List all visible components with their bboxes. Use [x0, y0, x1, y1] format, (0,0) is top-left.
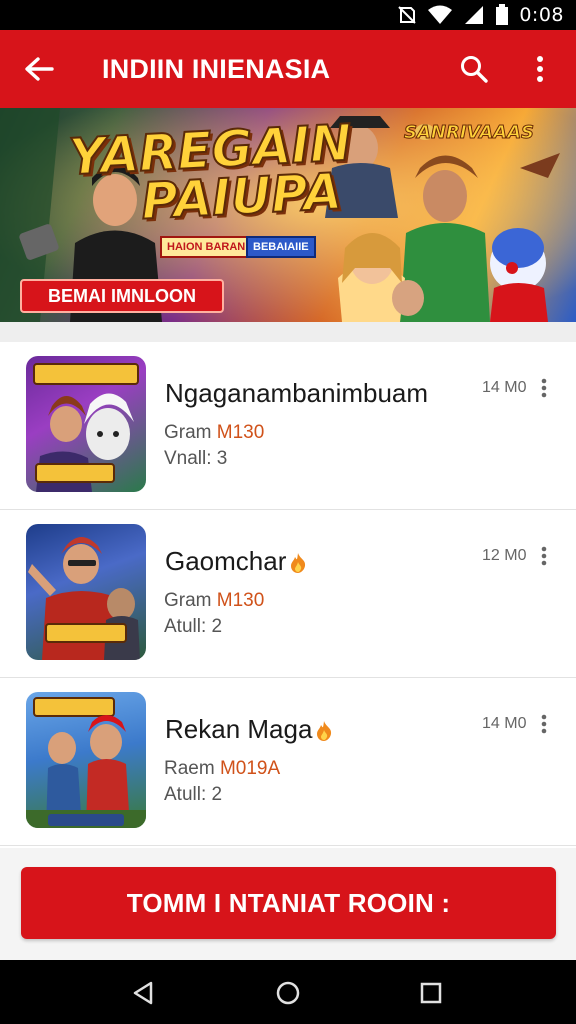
- item-menu-button[interactable]: [534, 544, 554, 568]
- no-sim-icon: [398, 6, 417, 24]
- banner-tag: SANRIVAAAS: [404, 122, 535, 144]
- nav-recents-icon: [420, 982, 442, 1004]
- search-button[interactable]: [455, 50, 493, 88]
- item-detail-label: Gram: [164, 590, 212, 611]
- item-meta: 12 M0: [482, 547, 527, 564]
- more-vert-icon: [537, 56, 543, 82]
- system-nav-bar: [0, 960, 576, 1024]
- status-bar: 0:08: [0, 0, 576, 30]
- flame-icon: [291, 553, 306, 574]
- more-vert-icon: [541, 714, 547, 734]
- page-title: INDIIN INIENASIA: [102, 54, 331, 84]
- item-menu-button[interactable]: [534, 376, 554, 400]
- item-detail-label: Raem: [164, 758, 215, 779]
- wifi-icon: [428, 5, 453, 24]
- item-detail-value: M019A: [219, 758, 281, 779]
- more-vert-icon: [541, 378, 547, 398]
- item-name-text: Rekan Maga: [165, 714, 313, 744]
- flame-icon: [317, 721, 332, 742]
- thumbnail-art: [33, 363, 139, 492]
- item-detail-label: Gram: [164, 422, 212, 443]
- list-item[interactable]: Rekan Maga Raem M019A Atull: 2 14 M0: [0, 678, 576, 846]
- more-vert-icon: [541, 546, 547, 566]
- game-thumbnail: [26, 524, 146, 660]
- item-name: Ngaganambanimbuam: [165, 378, 429, 408]
- back-arrow-icon: [25, 57, 54, 81]
- nav-home-button[interactable]: [273, 978, 303, 1008]
- item-meta: 14 M0: [482, 715, 527, 732]
- banner-cta-button[interactable]: BEMAI IMNLOON: [20, 279, 224, 313]
- game-thumbnail: [26, 356, 146, 492]
- item-detail: Raem M019A: [164, 758, 280, 780]
- game-thumbnail: [26, 692, 146, 828]
- item-menu-button[interactable]: [534, 712, 554, 736]
- app-bar: INDIIN INIENASIA: [0, 30, 576, 108]
- nav-back-button[interactable]: [128, 978, 158, 1008]
- banner-title-line2: PAIUPA: [139, 161, 344, 231]
- item-subdetail: Atull: 2: [164, 784, 223, 805]
- thumbnail-art: [26, 697, 146, 828]
- banner-chip-1: HAION BARAN: [160, 236, 253, 258]
- battery-icon: [496, 4, 509, 25]
- signal-icon: [465, 6, 484, 24]
- item-subdetail: Atull: 2: [164, 616, 223, 637]
- list-item[interactable]: Gaomchar Gram M130 Atull: 2 12 M0: [0, 510, 576, 678]
- item-name: Rekan Maga: [165, 714, 334, 745]
- primary-cta-button[interactable]: TOMM I NTANIAT ROOIN :: [21, 867, 556, 939]
- status-time: 0:08: [519, 4, 564, 26]
- item-subdetail: Vnall: 3: [164, 448, 228, 469]
- back-button[interactable]: [20, 50, 58, 88]
- promo-banner[interactable]: YAREGAIN PAIUPA SANRIVAAAS HAION BARAN B…: [0, 108, 576, 322]
- item-name: Gaomchar: [165, 546, 308, 577]
- banner-title: YAREGAIN PAIUPA: [66, 113, 356, 232]
- item-detail-value: M130: [216, 422, 265, 443]
- section-divider: [0, 322, 576, 342]
- nav-home-icon: [276, 981, 300, 1005]
- thumbnail-art: [28, 537, 140, 660]
- item-detail: Gram M130: [164, 590, 264, 612]
- item-meta: 14 M0: [482, 379, 527, 396]
- nav-back-icon: [133, 981, 153, 1005]
- bottom-cta-area: TOMM I NTANIAT ROOIN :: [0, 848, 576, 960]
- search-icon: [461, 56, 488, 83]
- list-item[interactable]: Ngaganambanimbuam Gram M130 Vnall: 3 14 …: [0, 342, 576, 510]
- item-detail: Gram M130: [164, 422, 264, 444]
- status-icons: 0:08: [397, 4, 564, 26]
- more-options-button[interactable]: [522, 50, 558, 88]
- item-name-text: Gaomchar: [165, 546, 287, 576]
- item-detail-value: M130: [216, 590, 265, 611]
- nav-recents-button[interactable]: [416, 978, 446, 1008]
- banner-chip-2: BEBAIAIIE: [246, 236, 316, 258]
